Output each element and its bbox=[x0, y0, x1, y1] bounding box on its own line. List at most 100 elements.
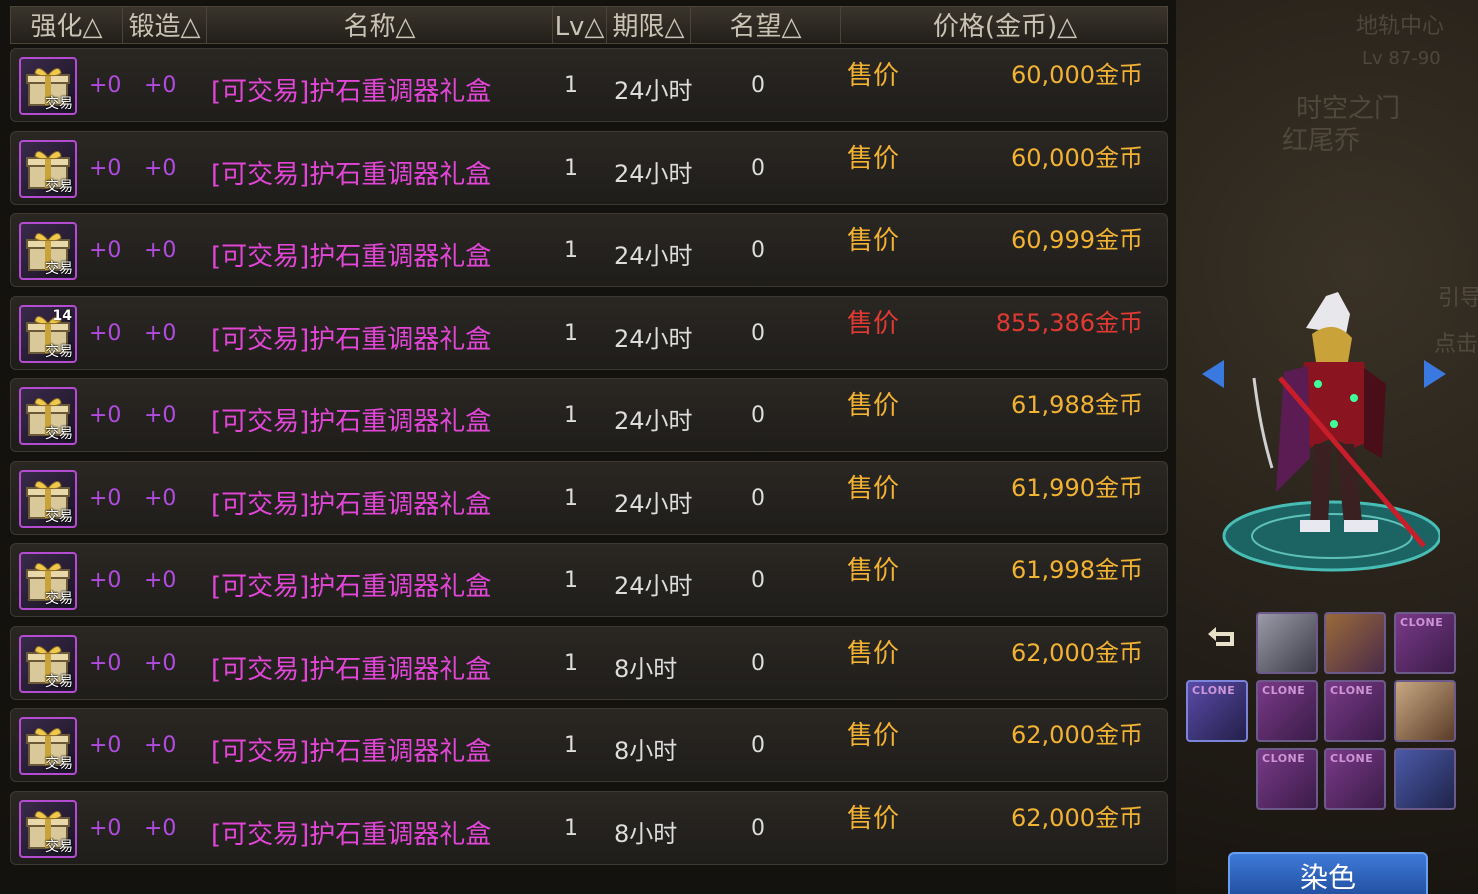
price-label: 售价 bbox=[847, 804, 900, 834]
item-price: 62,000金币 bbox=[1011, 804, 1143, 832]
trade-tag: 交易 bbox=[45, 591, 73, 607]
clone-tag: CLONE bbox=[1262, 752, 1306, 765]
auction-list-panel: 强化△ 锻造△ 名称△ Lv△ 期限△ 名望△ 价格(金币)△ 交易 +0 +0… bbox=[0, 0, 1176, 894]
avatar-slot-belt[interactable]: CLONE bbox=[1256, 748, 1318, 810]
auction-row[interactable]: 14 交易 +0 +0 [可交易]护石重调器礼盒 1 24小时 0 售价 855… bbox=[10, 296, 1168, 370]
avatar-slot-hair[interactable] bbox=[1256, 612, 1318, 674]
trade-tag: 交易 bbox=[45, 344, 73, 360]
clone-tag: CLONE bbox=[1192, 684, 1236, 697]
item-price: 60,000金币 bbox=[1011, 144, 1143, 172]
avatar-slot-weapon[interactable]: CLONE bbox=[1186, 680, 1248, 742]
forge-value: +0 bbox=[144, 156, 177, 181]
column-header-bar: 强化△ 锻造△ 名称△ Lv△ 期限△ 名望△ 价格(金币)△ bbox=[10, 6, 1168, 44]
item-name: [可交易]护石重调器礼盒 bbox=[211, 655, 492, 685]
column-forge[interactable]: 锻造△ bbox=[123, 7, 207, 43]
hint-text-2: 点击 bbox=[1434, 332, 1478, 357]
auction-row[interactable]: 交易 +0 +0 [可交易]护石重调器礼盒 1 8小时 0 售价 62,000金… bbox=[10, 626, 1168, 700]
map-title: 地轨中心 bbox=[1356, 14, 1445, 39]
auction-row[interactable]: 交易 +0 +0 [可交易]护石重调器礼盒 1 24小时 0 售价 61,998… bbox=[10, 543, 1168, 617]
auction-row[interactable]: 交易 +0 +0 [可交易]护石重调器礼盒 1 24小时 0 售价 61,990… bbox=[10, 461, 1168, 535]
item-icon[interactable]: 交易 bbox=[19, 387, 77, 445]
map-sub: 红尾乔 bbox=[1282, 126, 1361, 156]
column-strength[interactable]: 强化△ bbox=[11, 7, 123, 43]
trade-tag: 交易 bbox=[45, 261, 73, 277]
price-label: 售价 bbox=[847, 474, 900, 504]
auction-row[interactable]: 交易 +0 +0 [可交易]护石重调器礼盒 1 24小时 0 售价 61,988… bbox=[10, 378, 1168, 452]
clone-tag: CLONE bbox=[1330, 684, 1374, 697]
swap-icon[interactable] bbox=[1206, 624, 1240, 654]
item-fame: 0 bbox=[751, 733, 765, 758]
forge-value: +0 bbox=[144, 403, 177, 428]
item-level: 1 bbox=[564, 403, 578, 428]
auction-row[interactable]: 交易 +0 +0 [可交易]护石重调器礼盒 1 8小时 0 售价 62,000金… bbox=[10, 791, 1168, 865]
item-fame: 0 bbox=[751, 486, 765, 511]
item-price: 61,988金币 bbox=[1011, 391, 1143, 419]
forge-value: +0 bbox=[144, 651, 177, 676]
item-level: 1 bbox=[564, 73, 578, 98]
column-period[interactable]: 期限△ bbox=[607, 7, 691, 43]
forge-value: +0 bbox=[144, 73, 177, 98]
item-level: 1 bbox=[564, 568, 578, 593]
auction-row[interactable]: 交易 +0 +0 [可交易]护石重调器礼盒 1 24小时 0 售价 60,999… bbox=[10, 213, 1168, 287]
avatar-slot-face[interactable]: CLONE bbox=[1394, 612, 1456, 674]
strength-value: +0 bbox=[89, 238, 122, 263]
avatar-slot-skin[interactable] bbox=[1394, 680, 1456, 742]
avatar-slot-neck[interactable]: CLONE bbox=[1256, 680, 1318, 742]
item-icon[interactable]: 交易 bbox=[19, 140, 77, 198]
price-label: 售价 bbox=[847, 721, 900, 751]
trade-tag: 交易 bbox=[45, 426, 73, 442]
item-name: [可交易]护石重调器礼盒 bbox=[211, 77, 492, 107]
item-name: [可交易]护石重调器礼盒 bbox=[211, 160, 492, 190]
item-icon[interactable]: 14 交易 bbox=[19, 305, 77, 363]
hint-text-1: 引导 bbox=[1438, 286, 1478, 311]
item-count: 14 bbox=[52, 308, 72, 324]
strength-value: +0 bbox=[89, 651, 122, 676]
item-level: 1 bbox=[564, 238, 578, 263]
item-icon[interactable]: 交易 bbox=[19, 57, 77, 115]
avatar-slot-cap[interactable] bbox=[1324, 612, 1386, 674]
dye-button[interactable]: 染色 bbox=[1228, 852, 1428, 894]
trade-tag: 交易 bbox=[45, 674, 73, 690]
item-price: 61,990金币 bbox=[1011, 474, 1143, 502]
item-icon[interactable]: 交易 bbox=[19, 635, 77, 693]
item-name: [可交易]护石重调器礼盒 bbox=[211, 242, 492, 272]
forge-value: +0 bbox=[144, 733, 177, 758]
auction-row[interactable]: 交易 +0 +0 [可交易]护石重调器礼盒 1 8小时 0 售价 62,000金… bbox=[10, 708, 1168, 782]
item-fame: 0 bbox=[751, 568, 765, 593]
strength-value: +0 bbox=[89, 73, 122, 98]
item-price: 61,998金币 bbox=[1011, 556, 1143, 584]
column-level[interactable]: Lv△ bbox=[553, 7, 607, 43]
forge-value: +0 bbox=[144, 321, 177, 346]
item-icon[interactable]: 交易 bbox=[19, 800, 77, 858]
item-price: 62,000金币 bbox=[1011, 639, 1143, 667]
item-name: [可交易]护石重调器礼盒 bbox=[211, 407, 492, 437]
item-icon[interactable]: 交易 bbox=[19, 552, 77, 610]
strength-value: +0 bbox=[89, 486, 122, 511]
auction-row[interactable]: 交易 +0 +0 [可交易]护石重调器礼盒 1 24小时 0 售价 60,000… bbox=[10, 48, 1168, 122]
item-level: 1 bbox=[564, 733, 578, 758]
item-icon[interactable]: 交易 bbox=[19, 222, 77, 280]
item-icon[interactable]: 交易 bbox=[19, 717, 77, 775]
item-period: 24小时 bbox=[614, 242, 693, 270]
price-label: 售价 bbox=[847, 61, 900, 91]
character-side-panel: 地轨中心 Lv 87-90 时空之门 红尾乔 引导 点击 CLONE CLONE… bbox=[1176, 0, 1478, 894]
price-label: 售价 bbox=[847, 391, 900, 421]
avatar-slot-coat[interactable]: CLONE bbox=[1324, 680, 1386, 742]
price-label: 售价 bbox=[847, 639, 900, 669]
item-price: 60,999金币 bbox=[1011, 226, 1143, 254]
map-level: Lv 87-90 bbox=[1362, 48, 1441, 69]
item-fame: 0 bbox=[751, 403, 765, 428]
avatar-slot-pants[interactable]: CLONE bbox=[1324, 748, 1386, 810]
column-price[interactable]: 价格(金币)△ bbox=[841, 7, 1169, 43]
item-icon[interactable]: 交易 bbox=[19, 470, 77, 528]
item-fame: 0 bbox=[751, 321, 765, 346]
item-name: [可交易]护石重调器礼盒 bbox=[211, 820, 492, 850]
item-price: 60,000金币 bbox=[1011, 61, 1143, 89]
item-period: 24小时 bbox=[614, 407, 693, 435]
column-fame[interactable]: 名望△ bbox=[691, 7, 841, 43]
strength-value: +0 bbox=[89, 156, 122, 181]
strength-value: +0 bbox=[89, 403, 122, 428]
column-name[interactable]: 名称△ bbox=[207, 7, 553, 43]
auction-row[interactable]: 交易 +0 +0 [可交易]护石重调器礼盒 1 24小时 0 售价 60,000… bbox=[10, 131, 1168, 205]
avatar-slot-shoes[interactable] bbox=[1394, 748, 1456, 810]
